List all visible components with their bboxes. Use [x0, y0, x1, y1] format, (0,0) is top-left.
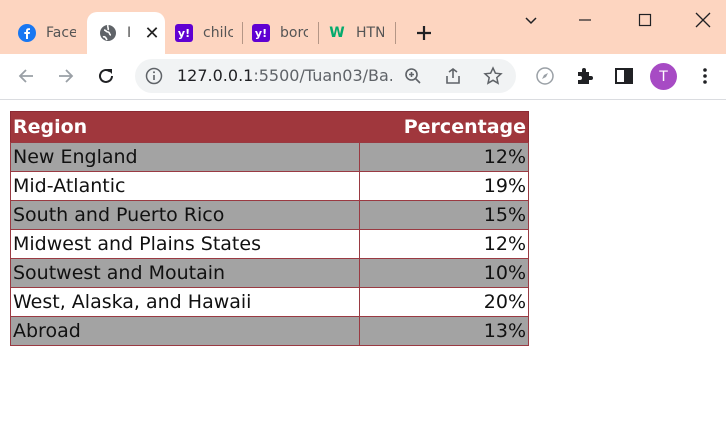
- plus-icon: [417, 26, 431, 40]
- yahoo-icon: y!: [175, 24, 193, 42]
- zoom-in-icon: [405, 68, 421, 84]
- extensions-button[interactable]: [574, 65, 596, 87]
- back-button[interactable]: [12, 62, 40, 90]
- star-icon: [483, 66, 503, 85]
- tab-yahoo-2[interactable]: y! borc: [240, 12, 316, 54]
- compass-icon: [536, 67, 554, 85]
- browser-toolbar: 127.0.0.1:5500/Tuan03/Ba... T: [0, 54, 726, 100]
- tab-search-button[interactable]: [513, 6, 549, 34]
- table-row: New England 12%: [10, 142, 529, 172]
- table-row: South and Puerto Rico 15%: [10, 200, 529, 230]
- tab-yahoo-1[interactable]: y! chilc: [163, 12, 239, 54]
- percentage-cell: 10%: [359, 258, 529, 288]
- share-icon: [446, 68, 460, 84]
- tab-label: HTN: [356, 25, 384, 41]
- url-path: :5500/Tuan03/Ba...: [253, 66, 392, 85]
- side-panel-button[interactable]: [613, 65, 635, 87]
- header-percentage: Percentage: [359, 111, 529, 143]
- puzzle-icon: [578, 68, 593, 84]
- close-icon: [695, 12, 711, 28]
- maximize-icon: [638, 13, 652, 27]
- minimize-button[interactable]: [567, 6, 603, 34]
- w3schools-icon: W: [329, 25, 345, 41]
- close-icon[interactable]: ✕: [143, 23, 161, 44]
- yahoo-icon: y!: [252, 24, 270, 42]
- percentage-cell: 12%: [359, 229, 529, 259]
- table-header-row: Region Percentage: [10, 111, 529, 143]
- region-cell: Mid-Atlantic: [10, 171, 360, 201]
- table-row: Midwest and Plains States 12%: [10, 229, 529, 259]
- table-row: Mid-Atlantic 19%: [10, 171, 529, 201]
- menu-button[interactable]: [694, 65, 716, 87]
- tab-label: Face: [46, 25, 76, 41]
- tab-facebook[interactable]: Face: [6, 12, 86, 54]
- side-panel-icon: [615, 68, 633, 84]
- facebook-icon: [18, 24, 36, 42]
- reload-icon: [99, 68, 113, 83]
- info-icon[interactable]: [145, 67, 163, 85]
- tab-label: borc: [280, 25, 308, 41]
- share-button[interactable]: [442, 65, 464, 87]
- address-bar[interactable]: 127.0.0.1:5500/Tuan03/Ba...: [135, 59, 516, 93]
- table-row: Abroad 13%: [10, 316, 529, 346]
- tab-w3schools[interactable]: W HTN: [316, 12, 392, 54]
- tab-label: I: [127, 25, 132, 41]
- percentage-cell: 19%: [359, 171, 529, 201]
- url-text[interactable]: 127.0.0.1:5500/Tuan03/Ba...: [177, 66, 392, 85]
- url-host: 127.0.0.1: [177, 66, 254, 85]
- region-cell: West, Alaska, and Hawaii: [10, 287, 360, 317]
- table-row: Soutwest and Moutain 10%: [10, 258, 529, 288]
- tab-label: chilc: [203, 25, 233, 41]
- header-region: Region: [10, 111, 360, 143]
- percentage-cell: 13%: [359, 316, 529, 346]
- arrow-left-icon: [18, 69, 33, 83]
- tab-separator: [395, 22, 396, 44]
- new-tab-button[interactable]: [410, 19, 438, 47]
- kebab-menu-icon: [703, 68, 707, 84]
- region-cell: Soutwest and Moutain: [10, 258, 360, 288]
- globe-icon: [99, 24, 117, 42]
- maximize-button[interactable]: [627, 6, 663, 34]
- forward-button[interactable]: [52, 62, 80, 90]
- table-row: West, Alaska, and Hawaii 20%: [10, 287, 529, 317]
- region-cell: New England: [10, 142, 360, 172]
- percentage-cell: 15%: [359, 200, 529, 230]
- tab-strip: Face I ✕ y! chilc y! borc W HTN: [0, 0, 726, 54]
- profile-avatar[interactable]: T: [650, 63, 677, 90]
- extension-compass-button[interactable]: [534, 65, 556, 87]
- tab-active[interactable]: I ✕: [87, 12, 165, 54]
- close-window-button[interactable]: [685, 6, 721, 34]
- percentage-cell: 20%: [359, 287, 529, 317]
- region-cell: Midwest and Plains States: [10, 229, 360, 259]
- minimize-icon: [579, 19, 591, 21]
- reload-button[interactable]: [92, 62, 120, 90]
- bookmark-button[interactable]: [482, 65, 504, 87]
- chevron-down-icon: [525, 17, 537, 25]
- region-cell: Abroad: [10, 316, 360, 346]
- zoom-button[interactable]: [402, 65, 424, 87]
- arrow-right-icon: [59, 69, 74, 83]
- region-cell: South and Puerto Rico: [10, 200, 360, 230]
- region-percentage-table: Region Percentage New England 12% Mid-At…: [10, 111, 529, 346]
- percentage-cell: 12%: [359, 142, 529, 172]
